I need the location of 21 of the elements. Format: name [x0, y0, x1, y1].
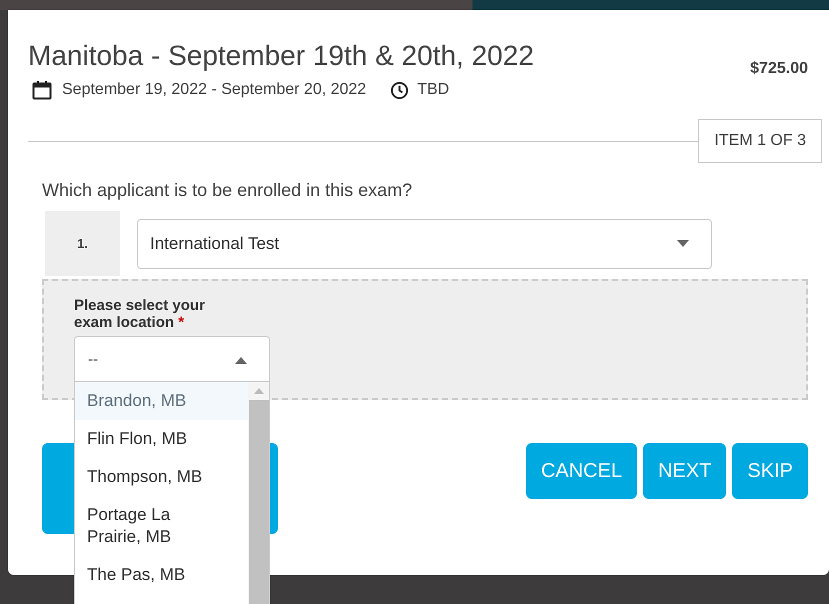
location-option[interactable]: Portage La Prairie, MB: [75, 496, 248, 556]
location-select[interactable]: --: [74, 336, 270, 384]
scroll-up-icon[interactable]: [254, 388, 264, 394]
location-option[interactable]: Flin Flon, MB: [75, 420, 248, 458]
clock-icon: [390, 80, 410, 100]
scrollbar[interactable]: [248, 382, 269, 604]
applicant-select[interactable]: International Test: [137, 218, 712, 268]
applicant-number: 1.: [45, 211, 120, 276]
location-label: Please select your exam location *: [74, 297, 206, 331]
caret-icon: [235, 356, 247, 364]
price: $725.00: [750, 59, 808, 79]
exam-title: Manitoba - September 19th & 20th, 2022: [28, 40, 534, 72]
location-option[interactable]: Thompson, MB: [75, 458, 248, 496]
question-text: Which applicant is to be enrolled in this exam?: [42, 179, 414, 202]
location-option[interactable]: The Pas, MB: [75, 556, 248, 594]
caret-icon: [677, 240, 689, 247]
item-counter: ITEM 1 OF 3: [698, 119, 822, 163]
exam-time: TBD: [417, 80, 450, 100]
date-range: September 19, 2022 - September 20, 2022: [62, 80, 366, 100]
calendar-icon: [32, 80, 52, 100]
location-option[interactable]: Brandon, MB: [75, 382, 248, 420]
